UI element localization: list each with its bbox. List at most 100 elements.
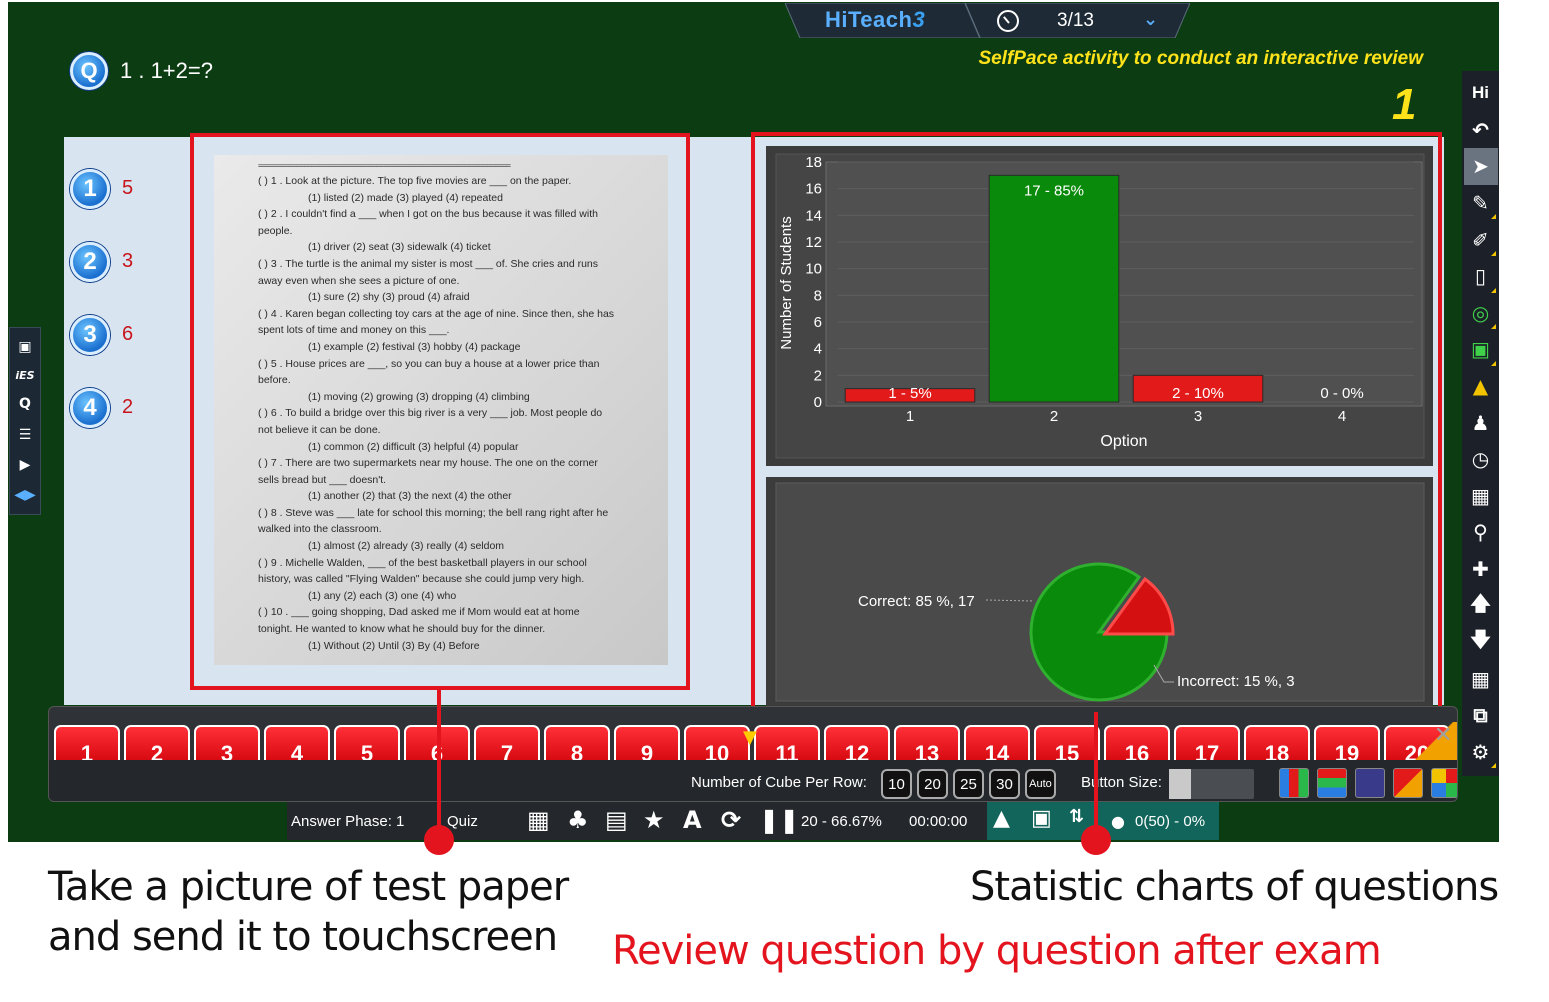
per-row-25-button[interactable]: 25 [953, 769, 984, 799]
student-icon[interactable]: ♟ [1464, 404, 1498, 441]
bar-option-2[interactable] [988, 174, 1120, 403]
chart-icon[interactable]: ▤ [605, 806, 628, 834]
plus-icon[interactable]: ✚ [1464, 551, 1498, 588]
highlighter-icon[interactable]: ✐ [1464, 221, 1498, 258]
down-arrow-icon[interactable]: 🡇 [1464, 624, 1498, 661]
student-cube[interactable]: 3 [194, 725, 260, 765]
stacked-numbers-icon[interactable] [1317, 768, 1347, 798]
option-3[interactable]: 36 [70, 298, 133, 371]
bar-chart-xlabel: Option [1100, 433, 1147, 450]
corner-number: 1 [1392, 80, 1417, 129]
paper-line: (1) listed (2) made (3) played (4) repea… [308, 191, 503, 204]
paper-line: (1) Without (2) Until (3) By (4) Before [308, 639, 480, 652]
color-grid-icon[interactable] [1431, 768, 1457, 798]
answer-options: 15 23 36 42 [70, 152, 133, 444]
font-icon[interactable]: A [683, 806, 702, 834]
per-row-10-button[interactable]: 10 [881, 769, 912, 799]
paper-line: ( ) 9 . Michelle Walden, ___ of the best… [258, 556, 587, 569]
student-cube[interactable]: 10 [684, 725, 750, 765]
question-text: 1 . 1+2=? [120, 58, 213, 83]
paper-lines: ( ) 1 . Look at the picture. The top fiv… [258, 173, 658, 654]
student-cube[interactable]: 4 [264, 725, 330, 765]
club-icon[interactable]: ♣ [567, 806, 589, 834]
caption-bottom: Review question by question after exam [612, 928, 1382, 974]
refresh-icon[interactable]: ⟳ [721, 806, 741, 834]
option-4[interactable]: 42 [70, 371, 133, 444]
sort-numbers-icon[interactable]: ⇅ [1069, 806, 1084, 827]
student-cube[interactable]: 14 [964, 725, 1030, 765]
student-cube[interactable]: 2 [124, 725, 190, 765]
student-cube[interactable]: 1 [54, 725, 120, 765]
stamp-icon[interactable]: ▲ [1464, 368, 1498, 405]
upload-file-icon[interactable]: ▲ [993, 806, 1010, 831]
play-icon[interactable]: ▶ [20, 458, 31, 472]
student-cube[interactable]: 8 [544, 725, 610, 765]
student-cube[interactable]: 18 [1244, 725, 1310, 765]
paper-line: ( ) 6 . To build a bridge over this big … [258, 407, 603, 420]
student-cube[interactable]: 12 [824, 725, 890, 765]
option-badge: 3 [70, 314, 110, 355]
student-cube[interactable]: 13 [894, 725, 960, 765]
score-75-icon[interactable] [1393, 768, 1423, 798]
paper-line: history, was called "Flying Walden" beca… [258, 573, 585, 586]
student-cube[interactable]: 5 [334, 725, 400, 765]
close-icon[interactable]: ✕ [1434, 723, 1452, 748]
option-1[interactable]: 15 [70, 152, 133, 225]
expand-icon[interactable]: ⧉ [1464, 697, 1498, 734]
student-cube[interactable]: 19 [1314, 725, 1380, 765]
page-indicator[interactable]: 3/13 [1057, 10, 1094, 32]
menu-icon[interactable]: ☰ [19, 428, 32, 442]
ies-icon[interactable]: iES [15, 370, 34, 381]
magnifier-icon[interactable]: ⚲ [1464, 514, 1498, 551]
student-cube[interactable]: 9 [614, 725, 680, 765]
paper-line: ( ) 3 . The turtle is the animal my sist… [258, 257, 599, 270]
per-row-30-button[interactable]: 30 [989, 769, 1020, 799]
option-badge: 2 [70, 241, 110, 282]
collapse-arrow-icon[interactable]: ▼ [743, 727, 757, 748]
cube-strip: 1234567891011121314151617181920 ▼ ✕ Numb… [48, 706, 1458, 802]
pen-icon[interactable]: ✎ [1464, 185, 1498, 222]
pointer-icon[interactable]: ➤ [1463, 148, 1498, 185]
student-cube[interactable]: 15 [1034, 725, 1100, 765]
question-icon[interactable]: Q [19, 397, 31, 411]
button-size-slider[interactable] [1169, 769, 1254, 799]
trash-icon[interactable]: ▦ [1464, 661, 1498, 698]
up-arrow-icon[interactable]: 🡅 [1464, 587, 1498, 624]
trophy-icon[interactable]: ★ [643, 806, 665, 834]
grid-icon[interactable]: ▦ [527, 806, 550, 834]
option-count: 2 [122, 396, 134, 418]
student-cube[interactable]: 16 [1104, 725, 1170, 765]
y-tick-label: 0 [814, 394, 822, 411]
score-100-icon[interactable] [1355, 768, 1385, 798]
student-cube[interactable]: 11 [754, 725, 820, 765]
slider-thumb[interactable] [1169, 769, 1191, 799]
paper-line: ( ) 10 . ___ going shopping, Dad asked m… [258, 606, 580, 619]
per-row-auto-button[interactable]: Auto [1025, 769, 1056, 799]
hi-menu-button[interactable]: Hi [1464, 75, 1498, 112]
lock-icon[interactable]: ▣ [1031, 806, 1052, 831]
student-cube[interactable]: 17 [1174, 725, 1240, 765]
option-2[interactable]: 23 [70, 225, 133, 298]
eraser-icon[interactable]: ▯ [1464, 258, 1498, 295]
brand-name: HiTeach [825, 7, 913, 32]
image-icon[interactable]: ▣ [18, 340, 31, 354]
student-cube[interactable]: 7 [474, 725, 540, 765]
split-arrows-icon[interactable]: ◀▶ [14, 488, 36, 502]
top-bar: HiTeach3 3/13 ⌄ [785, 3, 1190, 38]
grade-icon[interactable]: ▦ [1464, 478, 1498, 515]
chevron-down-icon[interactable]: ⌄ [1143, 9, 1158, 30]
test-paper-photo[interactable]: ========================================… [214, 155, 668, 665]
undo-icon[interactable]: ↶ [1464, 112, 1498, 149]
pause-icon[interactable]: ❚❚ [759, 806, 799, 834]
paper-line: tonight. He wanted to know what he shoul… [258, 623, 546, 636]
lightbulb-icon[interactable]: ● [1111, 812, 1125, 831]
bar-chart: 024681012141618 1 - 5%17 - 85%2 - 10% 0 -… [775, 153, 1425, 459]
per-row-20-button[interactable]: 20 [917, 769, 948, 799]
timer-icon[interactable]: ◷ [1464, 441, 1498, 478]
pie-chart-panel: Correct: 85 %, 17 Incorrect: 15 %, 3 [766, 477, 1433, 707]
clock-icon[interactable] [997, 10, 1019, 32]
settings-icon[interactable]: ⚙ [1464, 734, 1498, 771]
numbered-grid-icon[interactable] [1279, 768, 1309, 798]
hd-camera-icon[interactable]: ▣ [1464, 331, 1498, 368]
laser-icon[interactable]: ◎ [1464, 295, 1498, 332]
